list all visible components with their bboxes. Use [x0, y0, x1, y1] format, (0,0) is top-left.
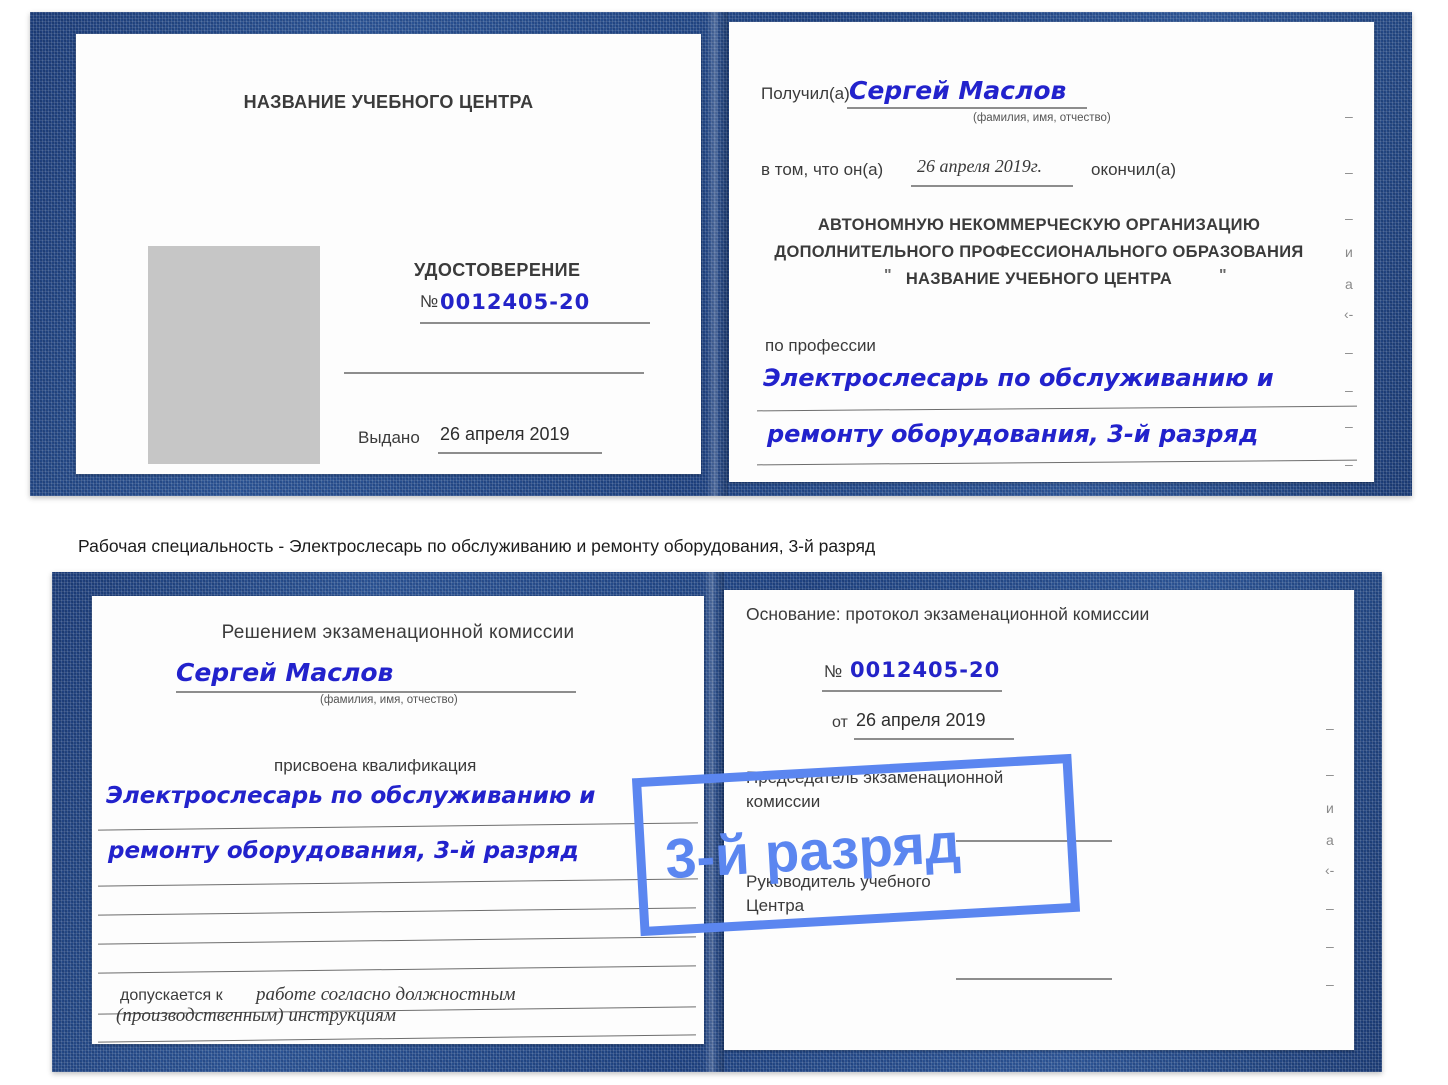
protocol-number-value: 0012405-20	[850, 658, 1001, 682]
certificate-spine-top	[706, 12, 728, 496]
top-certificate-booklet: НАЗВАНИЕ УЧЕБНОГО ЦЕНТРА УДОСТОВЕРЕНИЕ №…	[30, 12, 1412, 496]
edge-bleed-char: и	[1345, 244, 1353, 260]
edge-bleed-char: ‹-	[1325, 862, 1335, 878]
profession-line-1: Электрослесарь по обслуживанию и	[763, 364, 1274, 392]
edge-bleed-char: –	[1345, 456, 1353, 472]
top-right-page: Получил(а) Сергей Маслов (фамилия, имя, …	[729, 22, 1374, 482]
top-left-page: НАЗВАНИЕ УЧЕБНОГО ЦЕНТРА УДОСТОВЕРЕНИЕ №…	[76, 34, 701, 474]
qualification-rule-2	[98, 878, 698, 887]
finished-label: окончил(а)	[1091, 160, 1176, 179]
admitted-line-2: (производственным) инструкциям	[116, 1005, 396, 1026]
org-line-1: АВТОНОМНУЮ НЕКОММЕРЧЕСКУЮ ОРГАНИЗАЦИЮ	[817, 216, 1261, 234]
admitted-line-1: работе согласно должностным	[256, 984, 516, 1005]
issued-rule	[438, 452, 602, 454]
that-he-label: в том, что он(а)	[761, 160, 884, 179]
qualification-rule-1	[98, 822, 698, 831]
protocol-number-prefix: №	[824, 662, 843, 681]
edge-bleed-char: –	[1345, 382, 1353, 398]
training-center-heading: НАЗВАНИЕ УЧЕБНОГО ЦЕНТРА	[243, 92, 534, 112]
edge-bleed-char: –	[1326, 900, 1334, 916]
number-rule	[420, 322, 650, 324]
edge-bleed-char: а	[1326, 832, 1334, 848]
edge-bleed-char: –	[1326, 720, 1334, 736]
edge-bleed-char: –	[1345, 164, 1353, 180]
profession-rule-2	[757, 459, 1357, 466]
photo-placeholder	[148, 246, 320, 464]
edge-bleed-char: –	[1326, 938, 1334, 954]
blank-rule-top-left	[344, 372, 644, 374]
received-rule	[847, 107, 1087, 109]
certificate-number-value: 0012405-20	[440, 290, 591, 314]
graduate-name-rule	[176, 691, 576, 693]
edge-bleed-char: ‹-	[1344, 306, 1354, 322]
protocol-date-rule	[854, 738, 1014, 740]
document-type-title: УДОСТОВЕРЕНИЕ	[414, 260, 581, 280]
protocol-date-prefix: от	[832, 714, 848, 731]
qualification-line-1: Электрослесарь по обслуживанию и	[106, 783, 596, 809]
fio-hint-bottom: (фамилия, имя, отчество)	[320, 694, 458, 706]
edge-bleed-char: а	[1345, 276, 1353, 292]
fio-hint-top: (фамилия, имя, отчество)	[973, 112, 1111, 124]
edge-bleed-char: –	[1326, 976, 1334, 992]
completion-date-rule	[911, 185, 1073, 187]
received-name-value: Сергей Маслов	[849, 76, 1067, 105]
admitted-rule-2	[98, 1034, 696, 1043]
edge-bleed-char: –	[1345, 344, 1353, 360]
qualification-label: присвоена квалификация	[274, 756, 477, 775]
screenshot-canvas: НАЗВАНИЕ УЧЕБНОГО ЦЕНТРА УДОСТОВЕРЕНИЕ №…	[0, 0, 1448, 1085]
issued-label: Выдано	[358, 428, 420, 447]
issued-date-value: 26 апреля 2019	[440, 424, 570, 444]
received-label: Получил(а)	[761, 84, 850, 103]
edge-bleed-char: –	[1345, 108, 1353, 124]
edge-bleed-char: –	[1345, 418, 1353, 434]
protocol-date-value: 26 апреля 2019	[856, 710, 986, 730]
qualification-line-2: ремонту оборудования, 3-й разряд	[108, 838, 579, 864]
profession-line-2: ремонту оборудования, 3-й разряд	[767, 420, 1259, 448]
edge-bleed-char: –	[1345, 210, 1353, 226]
graduate-name-value: Сергей Маслов	[176, 658, 394, 687]
admitted-label: допускается к	[120, 987, 223, 1004]
blank-rule	[98, 965, 696, 974]
blank-rule	[98, 907, 696, 916]
head-signature-rule	[956, 978, 1112, 980]
caption-text: Рабочая специальность - Электрослесарь п…	[78, 536, 876, 556]
protocol-number-rule	[822, 690, 1002, 692]
org-name: НАЗВАНИЕ УЧЕБНОГО ЦЕНТРА	[905, 270, 1173, 288]
bottom-left-page: Решением экзаменационной комиссии Сергей…	[92, 596, 704, 1044]
blank-rule	[98, 936, 696, 945]
edge-bleed-char: и	[1326, 800, 1334, 816]
basis-label: Основание: протокол экзаменационной коми…	[746, 604, 1150, 624]
profession-label: по профессии	[765, 336, 876, 355]
org-quote-close: "	[1219, 267, 1227, 284]
number-prefix: №	[420, 292, 439, 311]
commission-decision-heading: Решением экзаменационной комиссии	[221, 622, 575, 643]
profession-rule-1	[757, 405, 1357, 412]
completion-date-value: 26 апреля 2019г.	[917, 156, 1043, 176]
org-line-2: ДОПОЛНИТЕЛЬНОГО ПРОФЕССИОНАЛЬНОГО ОБРАЗО…	[774, 243, 1304, 261]
edge-bleed-char: –	[1326, 766, 1334, 782]
